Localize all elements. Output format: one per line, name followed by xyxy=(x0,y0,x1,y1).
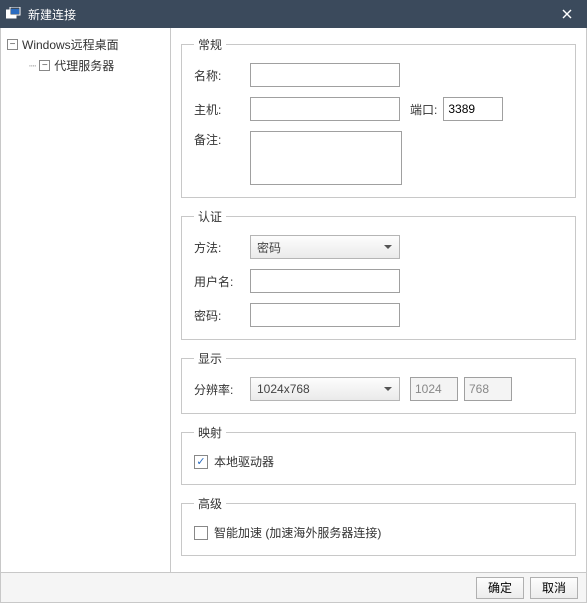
local-drive-checkbox[interactable]: ✓ xyxy=(194,455,208,469)
tree-root-windows-rdp[interactable]: − Windows远程桌面 xyxy=(5,34,166,55)
name-input[interactable] xyxy=(250,63,400,87)
remark-label: 备注: xyxy=(194,131,250,148)
resolution-select-value: 1024x768 xyxy=(257,382,310,396)
name-label: 名称: xyxy=(194,67,250,84)
method-select-value: 密码 xyxy=(257,239,281,256)
close-button[interactable] xyxy=(547,0,587,28)
port-label: 端口: xyxy=(410,101,437,118)
app-icon xyxy=(6,7,22,21)
method-label: 方法: xyxy=(194,239,250,256)
group-auth: 认证 方法: 密码 用户名: 密码: xyxy=(181,208,576,340)
collapse-icon[interactable]: − xyxy=(7,39,18,50)
group-advanced: 高级 智能加速 (加速海外服务器连接) xyxy=(181,495,576,556)
window-title: 新建连接 xyxy=(28,6,547,23)
ok-button[interactable]: 确定 xyxy=(476,577,524,599)
tree-item-label: 代理服务器 xyxy=(54,57,114,74)
port-input[interactable] xyxy=(443,97,503,121)
content-panel: 常规 名称: 主机: 端口: 备注: 认证 方法: 密码 xyxy=(171,28,586,572)
tree-root-label: Windows远程桌面 xyxy=(22,36,119,53)
collapse-icon[interactable]: − xyxy=(39,60,50,71)
method-select[interactable]: 密码 xyxy=(250,235,400,259)
group-mapping: 映射 ✓ 本地驱动器 xyxy=(181,424,576,485)
remark-input[interactable] xyxy=(250,131,402,185)
password-label: 密码: xyxy=(194,307,250,324)
group-display-legend: 显示 xyxy=(194,350,226,367)
group-mapping-legend: 映射 xyxy=(194,424,226,441)
resolution-select[interactable]: 1024x768 xyxy=(250,377,400,401)
width-input[interactable] xyxy=(410,377,458,401)
username-label: 用户名: xyxy=(194,273,250,290)
password-input[interactable] xyxy=(250,303,400,327)
group-general-legend: 常规 xyxy=(194,36,226,53)
host-label: 主机: xyxy=(194,101,250,118)
footer: 确定 取消 xyxy=(0,573,587,603)
host-input[interactable] xyxy=(250,97,400,121)
tree-item-proxy[interactable]: ┈ − 代理服务器 xyxy=(5,55,166,76)
group-advanced-legend: 高级 xyxy=(194,495,226,512)
resolution-label: 分辨率: xyxy=(194,381,250,398)
height-input[interactable] xyxy=(464,377,512,401)
titlebar: 新建连接 xyxy=(0,0,587,28)
accel-label: 智能加速 (加速海外服务器连接) xyxy=(214,524,381,541)
accel-checkbox[interactable] xyxy=(194,526,208,540)
group-general: 常规 名称: 主机: 端口: 备注: xyxy=(181,36,576,198)
local-drive-label: 本地驱动器 xyxy=(214,453,274,470)
username-input[interactable] xyxy=(250,269,400,293)
cancel-button[interactable]: 取消 xyxy=(530,577,578,599)
accel-checkbox-row[interactable]: 智能加速 (加速海外服务器连接) xyxy=(194,522,563,543)
group-auth-legend: 认证 xyxy=(194,208,226,225)
local-drive-checkbox-row[interactable]: ✓ 本地驱动器 xyxy=(194,451,563,472)
group-display: 显示 分辨率: 1024x768 xyxy=(181,350,576,414)
sidebar: − Windows远程桌面 ┈ − 代理服务器 xyxy=(1,28,171,572)
tree-connector-icon: ┈ xyxy=(29,59,35,73)
window-body: − Windows远程桌面 ┈ − 代理服务器 常规 名称: 主机: 端口: 备… xyxy=(0,28,587,573)
close-icon xyxy=(562,9,572,19)
